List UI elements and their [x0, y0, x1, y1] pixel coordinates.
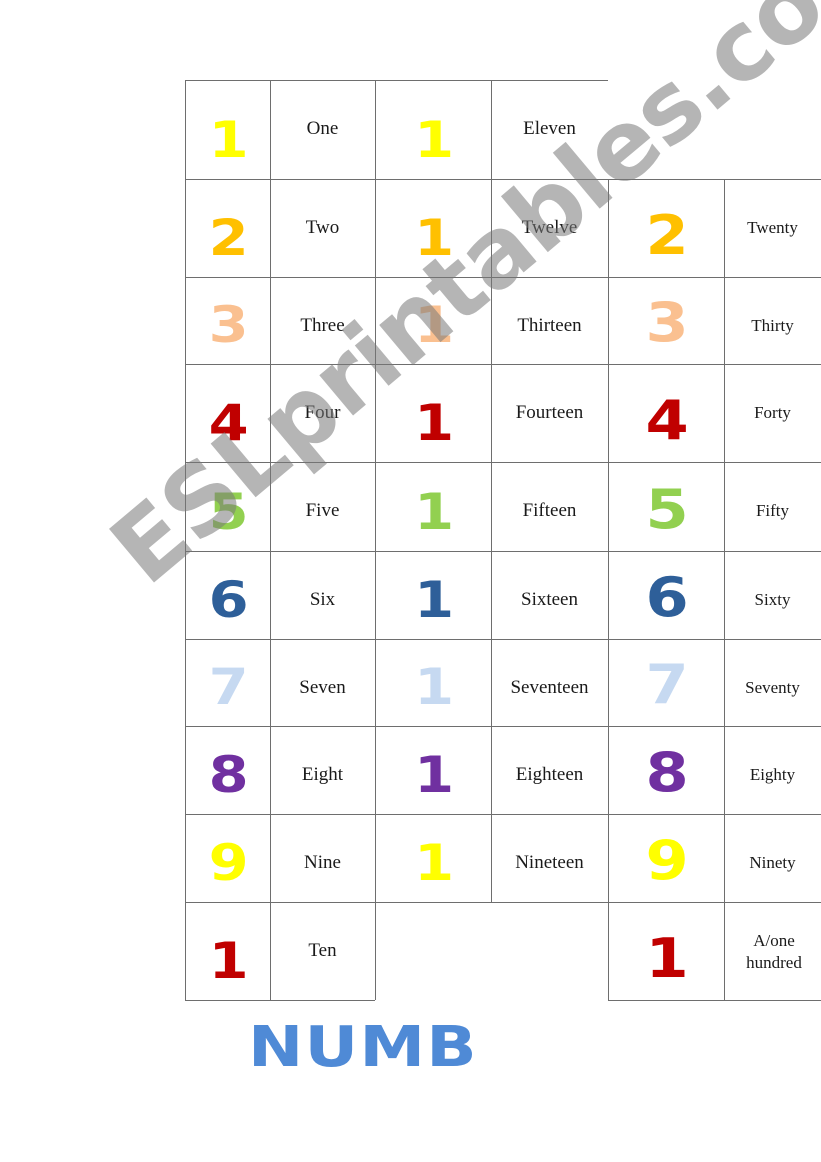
grid-line: [185, 80, 608, 81]
number-word: Twenty: [747, 218, 798, 237]
grid-line: [185, 277, 821, 278]
grid-line: [185, 364, 821, 365]
number-digit: 1: [414, 296, 454, 354]
number-word: Four: [304, 402, 341, 423]
number-digit: 1: [645, 927, 689, 990]
number-digit: 1: [414, 658, 454, 716]
grid-line: [185, 1000, 375, 1001]
number-digit: 1: [414, 834, 454, 892]
number-word: Eight: [301, 764, 344, 785]
number-digit: 5: [208, 483, 249, 541]
number-digit: 1: [414, 746, 454, 804]
number-word: Seventeen: [510, 677, 589, 698]
number-word: Ninety: [749, 853, 796, 872]
number-word: Five: [305, 500, 340, 521]
number-digit: 1: [414, 394, 454, 452]
number-digit: 6: [208, 571, 249, 629]
grid-line: [185, 80, 186, 1000]
number-digit: 9: [645, 829, 689, 892]
number-word: One: [306, 118, 339, 139]
number-digit: 7: [645, 653, 689, 716]
number-word: Seventy: [745, 678, 800, 697]
number-digit: 1: [414, 209, 454, 267]
number-digit: 5: [645, 478, 689, 541]
number-word: Sixty: [754, 590, 791, 609]
number-word: Fifteen: [522, 500, 577, 521]
number-word: Eighty: [749, 765, 796, 784]
grid-line: [185, 462, 821, 463]
number-digit: 9: [208, 834, 249, 892]
number-word: Six: [309, 589, 336, 610]
number-digit: 4: [645, 389, 689, 452]
grid-line: [185, 179, 821, 180]
number-word: Forty: [754, 403, 791, 422]
number-digit: 2: [208, 209, 249, 267]
number-word: Eighteen: [515, 764, 584, 785]
grid-line: [608, 1000, 821, 1001]
number-digit: 3: [645, 291, 689, 354]
grid-line: [185, 902, 821, 903]
number-digit: 7: [208, 658, 249, 716]
number-word: Nineteen: [515, 852, 584, 873]
number-word: Fifty: [755, 501, 790, 520]
number-digit: 1: [414, 483, 454, 541]
grid-line: [608, 179, 609, 1000]
number-digit: 6: [645, 566, 689, 629]
number-digit: 1: [414, 571, 454, 629]
number-word: Thirty: [751, 316, 794, 335]
grid-line: [375, 80, 376, 1000]
number-word: Two: [305, 217, 340, 238]
number-digit: 1: [208, 111, 249, 169]
worksheet-title: NUMB: [248, 1020, 478, 1074]
number-word: Three: [300, 315, 345, 336]
number-word: Eleven: [523, 118, 576, 139]
number-word: Sixteen: [521, 589, 578, 610]
grid-line: [724, 179, 725, 1000]
number-digit: 1: [414, 111, 454, 169]
number-word: Thirteen: [517, 315, 582, 336]
number-word: Seven: [299, 677, 346, 698]
grid-line: [185, 726, 821, 727]
number-word: Fourteen: [515, 402, 584, 423]
number-word: A/one hundred: [746, 931, 802, 972]
number-digit: 3: [208, 296, 249, 354]
number-digit: 8: [208, 746, 249, 804]
grid-line: [185, 814, 821, 815]
number-digit: 8: [645, 741, 689, 804]
number-digit: 1: [208, 932, 249, 990]
grid-line: [491, 80, 492, 902]
number-digit: 4: [208, 394, 249, 452]
number-word: Nine: [304, 852, 341, 873]
number-word: Twelve: [521, 217, 578, 238]
number-word: Ten: [308, 940, 337, 961]
grid-line: [185, 551, 821, 552]
grid-line: [185, 639, 821, 640]
grid-line: [270, 80, 271, 1000]
number-digit: 2: [645, 204, 689, 267]
